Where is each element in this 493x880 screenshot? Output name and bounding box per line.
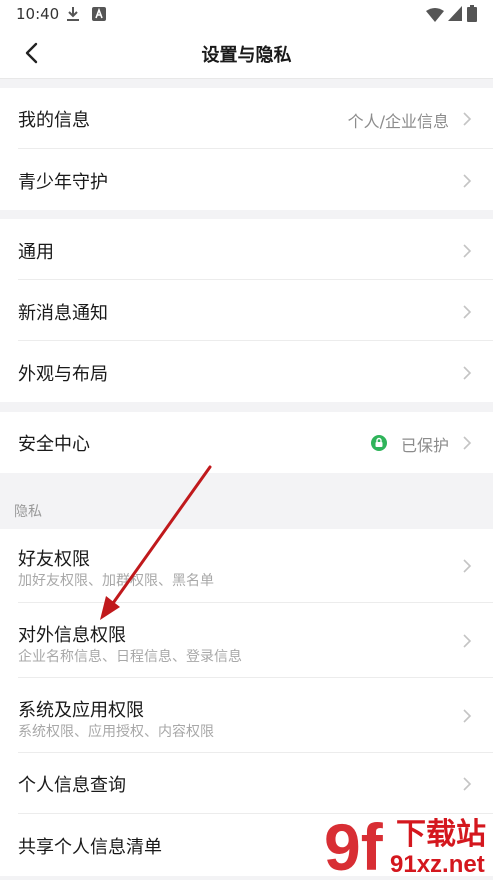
status-bar: 10:40: [0, 0, 493, 28]
watermark-logo: 9f: [324, 810, 384, 876]
lock-icon: [371, 435, 387, 451]
system-app-permissions-sub: 系统权限、应用授权、内容权限: [18, 724, 214, 740]
general-row[interactable]: 通用: [0, 219, 493, 280]
battery-icon: [467, 5, 477, 26]
external-info-permissions-label: 对外信息权限: [18, 625, 126, 646]
privacy-section-header: 隐私: [0, 473, 493, 529]
friend-permissions-row[interactable]: 好友权限 加好友权限、加群权限、黑名单: [0, 529, 493, 603]
chevron-right-icon: [463, 634, 472, 648]
personal-info-query-label: 个人信息查询: [18, 775, 126, 796]
youth-protection-label: 青少年守护: [18, 172, 108, 193]
signal-icon: [448, 6, 462, 25]
account-group: 我的信息 个人/企业信息 青少年守护: [0, 88, 493, 210]
system-app-permissions-row[interactable]: 系统及应用权限 系统权限、应用授权、内容权限: [0, 678, 493, 753]
wifi-icon: [426, 7, 444, 26]
security-group: 安全中心 已保护: [0, 412, 493, 473]
my-info-row[interactable]: 我的信息 个人/企业信息: [0, 88, 493, 149]
appearance-row[interactable]: 外观与布局: [0, 341, 493, 402]
chevron-right-icon: [463, 305, 472, 319]
chevron-right-icon: [463, 244, 472, 258]
download-icon: [66, 6, 80, 26]
external-info-permissions-row[interactable]: 对外信息权限 企业名称信息、日程信息、登录信息: [0, 603, 493, 678]
page-title: 设置与隐私: [201, 45, 292, 66]
site-watermark: 9f 下载站 91xz.net: [322, 808, 493, 880]
security-status: 已保护: [400, 436, 449, 455]
navigation-bar: 设置与隐私: [0, 28, 493, 79]
watermark-line1: 下载站: [396, 817, 486, 852]
chevron-right-icon: [463, 366, 472, 380]
status-time: 10:40: [16, 5, 60, 23]
general-group: 通用 新消息通知 外观与布局: [0, 219, 493, 402]
appearance-label: 外观与布局: [18, 364, 108, 385]
my-info-label: 我的信息: [18, 110, 90, 131]
security-center-label: 安全中心: [18, 434, 90, 455]
chevron-right-icon: [463, 709, 472, 723]
app-notification-icon: [92, 6, 106, 25]
friend-permissions-label: 好友权限: [18, 549, 90, 570]
security-center-row[interactable]: 安全中心 已保护: [0, 412, 493, 473]
youth-protection-row[interactable]: 青少年守护: [0, 149, 493, 210]
chevron-right-icon: [463, 174, 472, 188]
chevron-right-icon: [463, 436, 472, 450]
privacy-section-title: 隐私: [14, 504, 42, 520]
friend-permissions-sub: 加好友权限、加群权限、黑名单: [18, 573, 214, 589]
personal-info-query-row[interactable]: 个人信息查询: [0, 753, 493, 814]
chevron-right-icon: [463, 112, 472, 126]
external-info-permissions-sub: 企业名称信息、日程信息、登录信息: [18, 649, 242, 665]
notification-label: 新消息通知: [18, 303, 108, 324]
my-info-value: 个人/企业信息: [347, 112, 449, 131]
chevron-right-icon: [463, 777, 472, 791]
notification-row[interactable]: 新消息通知: [0, 280, 493, 341]
watermark-line2: 91xz.net: [390, 851, 485, 876]
system-app-permissions-label: 系统及应用权限: [18, 700, 144, 721]
chevron-right-icon: [463, 559, 472, 573]
general-label: 通用: [18, 242, 54, 263]
shared-info-list-label: 共享个人信息清单: [18, 837, 162, 858]
